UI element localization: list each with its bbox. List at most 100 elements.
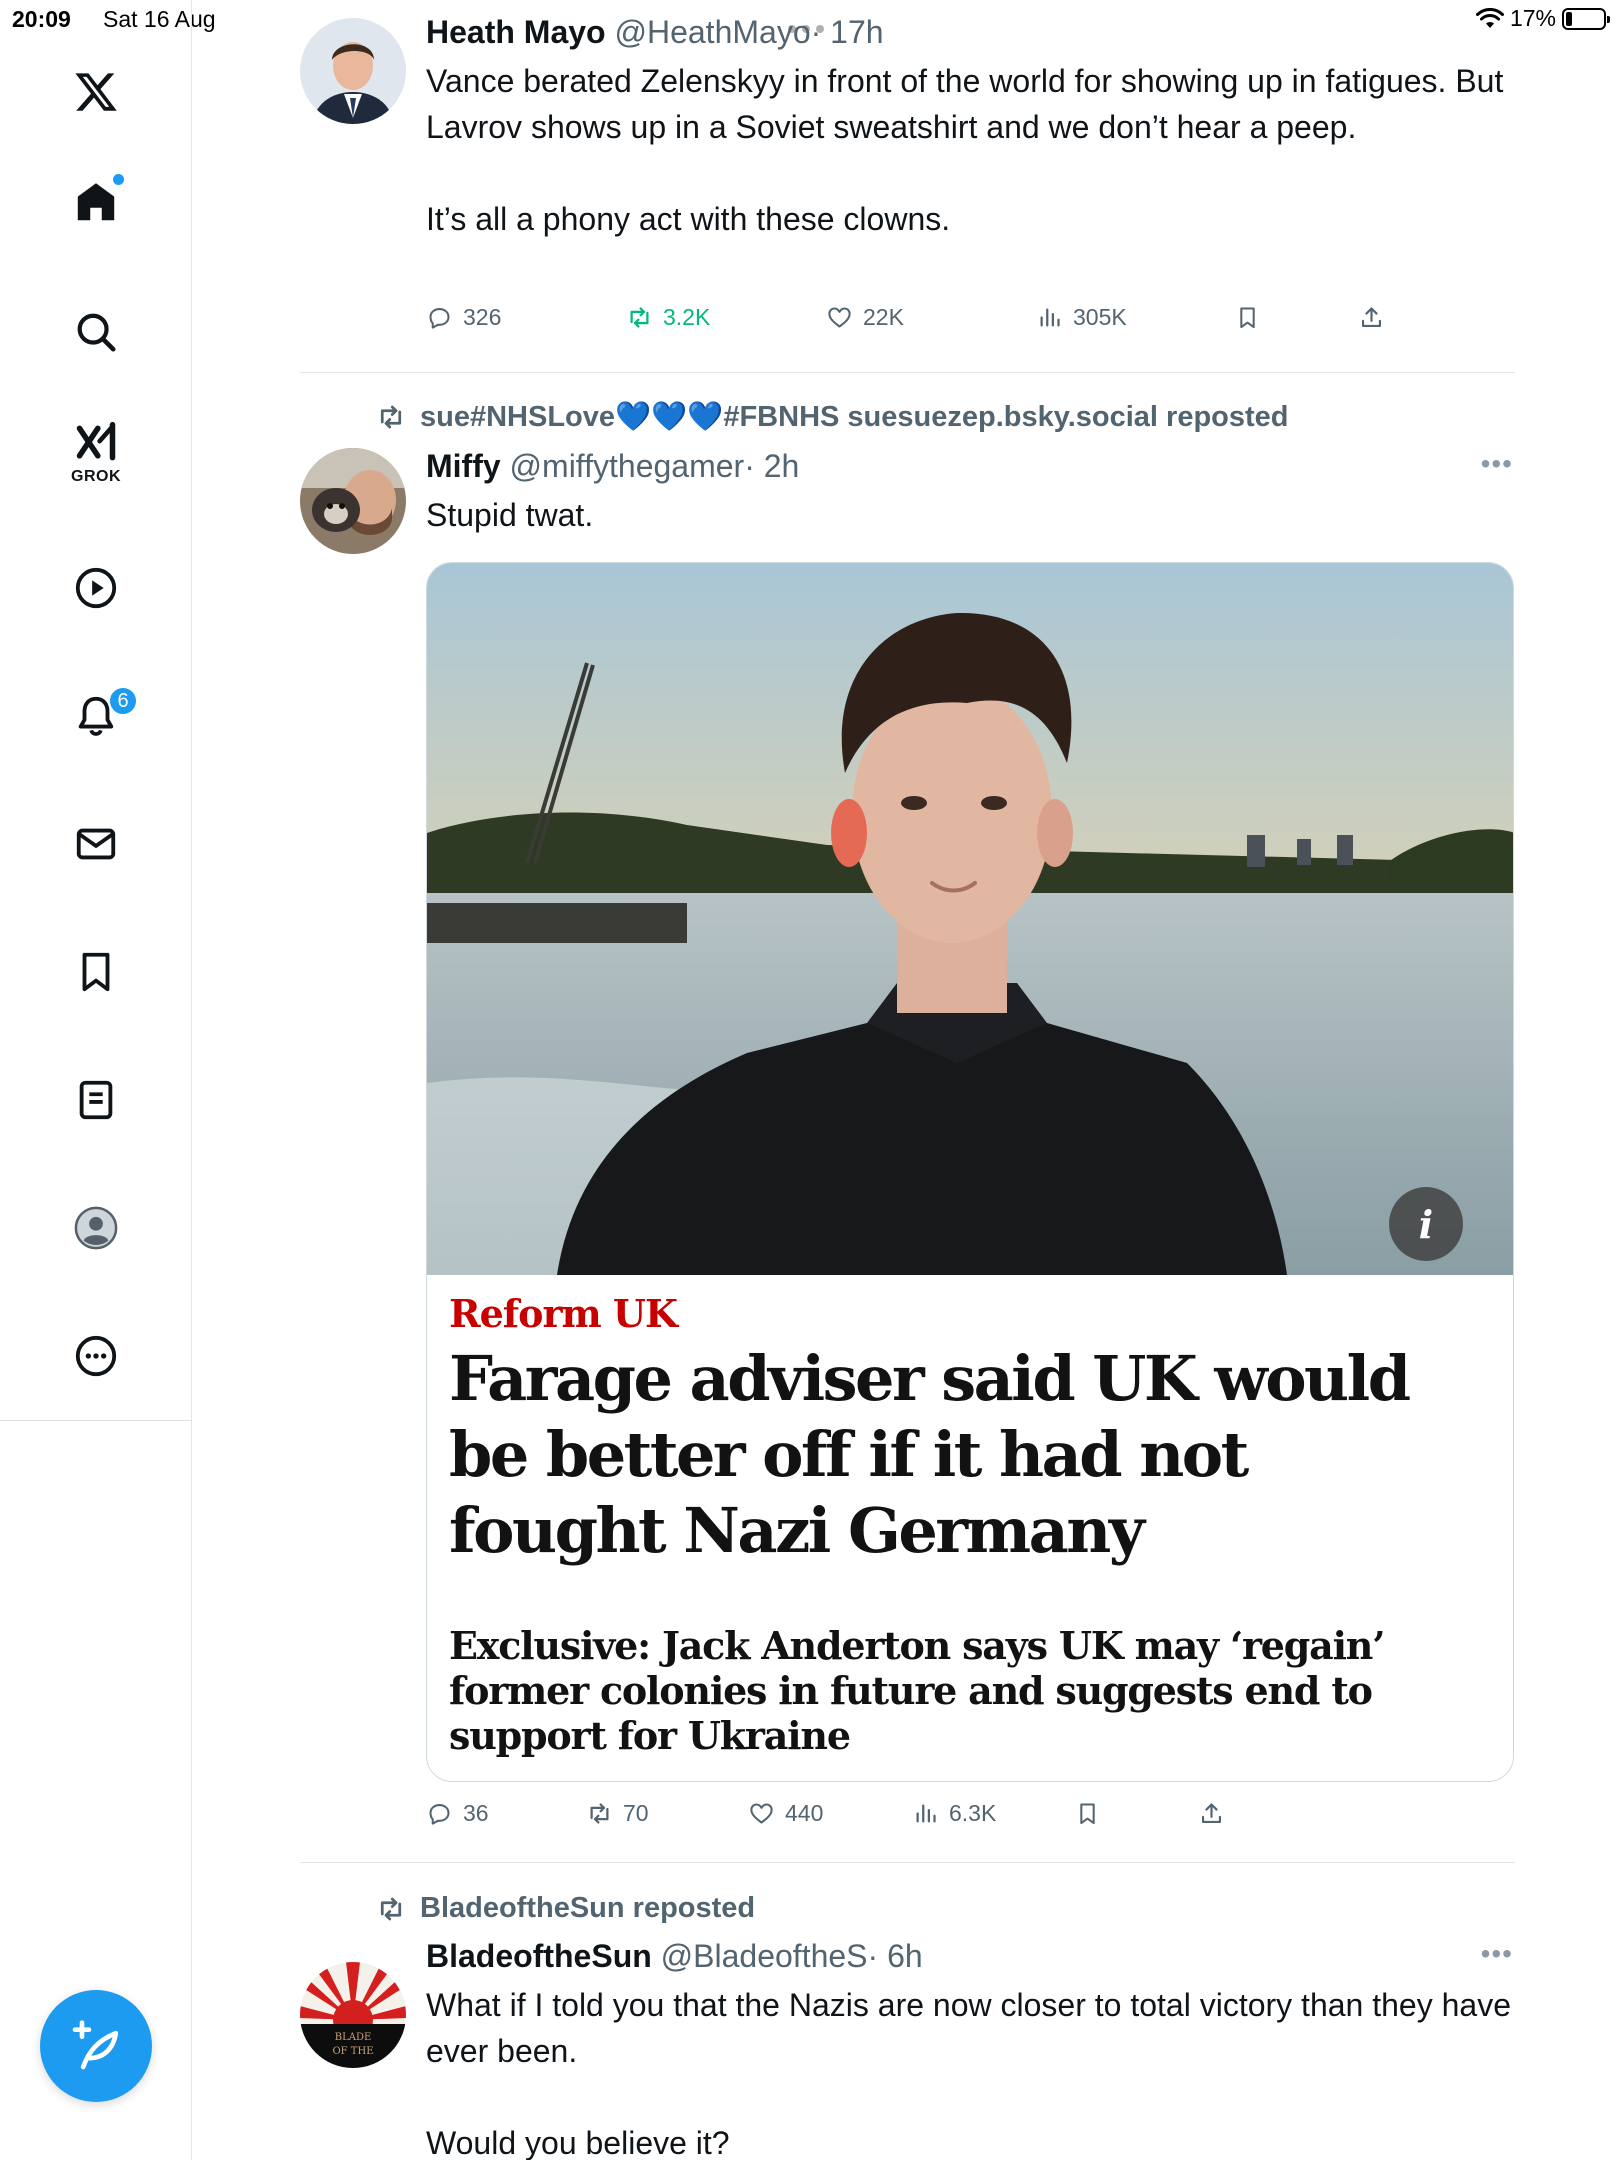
reply-count: 36: [463, 1800, 489, 1826]
compose-feather-icon: [72, 2020, 119, 2070]
tweet-time[interactable]: · 17h: [811, 14, 884, 50]
tweet-header: Heath Mayo @HeathMayo· 17h: [426, 14, 884, 51]
views-button[interactable]: 305K: [1036, 304, 1127, 331]
play-icon: [75, 567, 117, 609]
like-count: 22K: [863, 304, 904, 330]
tweet-header: BladeoftheSun @BladeoftheS· 6h: [426, 1938, 923, 1975]
link-card[interactable]: i Reform UK Farage adviser said UK would…: [426, 562, 1514, 1782]
repost-count: 70: [623, 1800, 649, 1826]
sidebar-item-lists[interactable]: [66, 1070, 126, 1130]
compose-post-button[interactable]: [40, 1990, 152, 2102]
tweet-paragraph: It’s all a phony act with these clowns.: [426, 201, 951, 237]
list-icon: [79, 1080, 113, 1120]
grok-icon: [76, 421, 116, 461]
repost-icon: [590, 1803, 609, 1824]
tweet-text: Stupid twat.: [426, 492, 1516, 538]
repost-count: 3.2K: [663, 304, 711, 330]
sidebar-divider: [0, 1420, 192, 1421]
author-name[interactable]: Heath Mayo: [426, 14, 606, 50]
sidebar-nav: GROK 6: [0, 0, 192, 2160]
bookmark-icon: [1080, 1803, 1095, 1825]
tweet-text: Vance berated Zelenskyy in front of the …: [426, 58, 1516, 242]
sidebar-item-more[interactable]: [66, 1326, 126, 1386]
views-icon: [916, 1804, 936, 1823]
avatar[interactable]: [300, 448, 406, 554]
sidebar-item-home[interactable]: [66, 172, 126, 232]
repost-attribution[interactable]: BladeoftheSun reposted: [376, 1892, 755, 1925]
sidebar-item-videos[interactable]: [66, 558, 126, 618]
author-handle[interactable]: @BladeoftheS: [661, 1938, 868, 1974]
sidebar-item-search[interactable]: [66, 302, 126, 362]
tweet-time[interactable]: · 6h: [868, 1938, 923, 1974]
tweet-paragraph: Vance berated Zelenskyy in front of the …: [426, 63, 1504, 145]
sidebar-item-bookmarks[interactable]: [66, 942, 126, 1002]
tweet-paragraph: Would you believe it?: [426, 2125, 730, 2160]
views-button[interactable]: 6.3K: [912, 1800, 996, 1827]
article-photo: [427, 563, 1513, 1275]
home-icon: [77, 183, 115, 221]
tweet-spacer: [426, 150, 1516, 196]
wifi-icon: [1475, 7, 1504, 28]
battery-icon: [1562, 7, 1610, 30]
bookmark-button[interactable]: [1234, 304, 1261, 331]
share-button[interactable]: [1198, 1800, 1225, 1827]
repost-icon: [380, 405, 402, 429]
tweet-paragraph: What if I told you that the Nazis are no…: [426, 1987, 1511, 2069]
reply-button[interactable]: 36: [426, 1800, 489, 1827]
reply-button[interactable]: 326: [426, 304, 501, 331]
tweet-divider: [300, 1862, 1515, 1863]
tweet-actions: 36 70 440 6.3K: [426, 1800, 1514, 1840]
profile-avatar-icon: [74, 1206, 118, 1250]
avatar-logo-text: BLADE: [335, 2032, 372, 2043]
search-icon: [77, 313, 116, 352]
avatar[interactable]: [300, 18, 406, 124]
reposted-by-label: BladeoftheSun reposted: [420, 1892, 756, 1924]
views-icon: [1040, 308, 1060, 327]
reply-icon: [429, 1804, 450, 1825]
x-logo-icon[interactable]: [66, 62, 126, 122]
bookmark-icon: [1240, 307, 1255, 329]
share-button[interactable]: [1358, 304, 1385, 331]
reposted-by-label: sue#NHSLove💙💙💙#FBNHS suesuezep.bsky.soci…: [420, 401, 1289, 433]
card-headline: Farage adviser said UK would be better o…: [449, 1342, 1411, 1567]
grok-label: GROK: [71, 468, 121, 485]
like-button[interactable]: 440: [748, 1800, 823, 1827]
view-count: 6.3K: [949, 1800, 997, 1826]
repost-button[interactable]: 70: [586, 1800, 649, 1827]
heart-icon: [828, 307, 851, 328]
sidebar-item-messages[interactable]: [66, 814, 126, 874]
bookmark-icon: [82, 952, 110, 992]
battery-percent: 17%: [1509, 5, 1556, 31]
repost-icon: [380, 1897, 402, 1920]
tweet-time[interactable]: · 2h: [744, 448, 799, 484]
like-button[interactable]: 22K: [826, 304, 904, 331]
share-icon: [1201, 1803, 1222, 1824]
author-name[interactable]: BladeoftheSun: [426, 1938, 652, 1974]
home-unread-dot: [113, 174, 124, 185]
avatar[interactable]: BLADE OF THE: [300, 1962, 406, 2068]
tweet-paragraph: Stupid twat.: [426, 497, 594, 533]
reply-count: 326: [463, 304, 502, 330]
notification-badge: 6: [108, 686, 138, 716]
author-name[interactable]: Miffy: [426, 448, 501, 484]
tweet-header: Miffy @miffythegamer· 2h: [426, 448, 799, 485]
repost-attribution[interactable]: sue#NHSLove💙💙💙#FBNHS suesuezep.bsky.soci…: [376, 400, 1289, 434]
sidebar-item-profile[interactable]: [66, 1198, 126, 1258]
status-indicators: 17%: [1475, 5, 1610, 32]
more-options-icon[interactable]: •••: [1481, 1938, 1513, 1970]
info-button[interactable]: i: [1389, 1187, 1463, 1261]
repost-button[interactable]: 3.2K: [626, 304, 710, 331]
reply-icon: [429, 308, 450, 329]
bookmark-button[interactable]: [1074, 1800, 1101, 1827]
heart-icon: [750, 1803, 773, 1824]
sidebar-item-grok[interactable]: GROK: [66, 420, 126, 485]
author-handle[interactable]: @HeathMayo: [614, 14, 810, 50]
tweet-spacer: [426, 2074, 1516, 2120]
more-circle-icon: [75, 1335, 117, 1377]
sidebar-item-notifications[interactable]: 6: [66, 686, 138, 746]
author-handle[interactable]: @miffythegamer: [510, 448, 745, 484]
tweet-divider: [300, 372, 1515, 373]
share-icon: [1361, 307, 1382, 328]
more-options-icon[interactable]: •••: [1481, 448, 1513, 480]
like-count: 440: [785, 1800, 824, 1826]
